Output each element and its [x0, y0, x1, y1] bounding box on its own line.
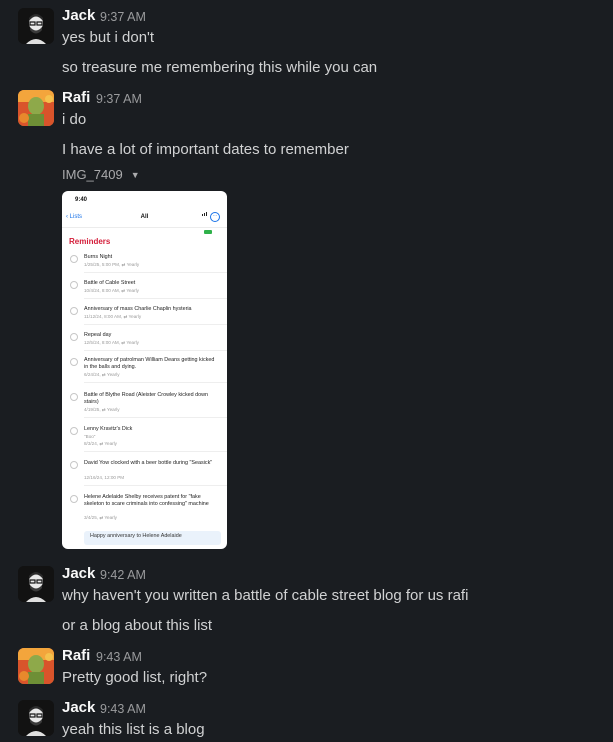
ellipsis-circle-icon: ··· [210, 212, 220, 222]
rafi-portrait-icon [18, 90, 54, 126]
jack-portrait-icon [18, 566, 54, 602]
rafi-portrait-icon [18, 648, 54, 684]
checkbox-circle-icon [70, 358, 78, 366]
attachment-name: IMG_7409 [62, 167, 123, 182]
message-text: or a blog about this list [62, 617, 213, 634]
caret-down-icon: ▼ [130, 170, 140, 180]
checkbox-circle-icon [70, 461, 78, 469]
checkbox-circle-icon [70, 495, 78, 503]
checkbox-circle-icon [70, 427, 78, 435]
message-timestamp[interactable]: 9:37 AM [100, 10, 146, 24]
reminder-title: Burns Night [84, 254, 113, 260]
avatar-rafi[interactable] [18, 90, 54, 126]
message-text: i do [62, 111, 87, 128]
avatar-jack[interactable] [18, 566, 54, 602]
divider [84, 350, 227, 351]
checkbox-circle-icon [70, 281, 78, 289]
checkbox-circle-icon [70, 393, 78, 401]
reminder-meta: 4/19/25, ⇄ Yearly [84, 407, 120, 412]
divider [84, 324, 227, 325]
reminder-meta: 10/4/24, 8:00 AM, ⇄ Yearly [84, 288, 139, 293]
avatar-jack[interactable] [18, 8, 54, 44]
reminder-title: Battle of Cable Street [84, 280, 136, 286]
message-text: Pretty good list, right? [62, 669, 208, 686]
divider [84, 485, 227, 486]
divider [84, 417, 227, 418]
checkbox-circle-icon [70, 333, 78, 341]
reminder-title: Anniversary of patrolman William Deans g… [84, 357, 215, 370]
reminder-meta: 11/12/24, 8:00 AM, ⇄ Yearly [84, 314, 142, 319]
message-timestamp[interactable]: 9:42 AM [100, 568, 146, 582]
avatar-jack[interactable] [18, 700, 54, 736]
message-text: so treasure me remembering this while yo… [62, 59, 378, 76]
reminder-meta: 6/24/24, ⇄ Yearly [84, 372, 120, 377]
author-name[interactable]: Jack [62, 699, 95, 716]
reminder-title: Helene Adelaide Shelby receives patent f… [84, 494, 209, 507]
reminder-meta: 8/3/24, ⇄ Yearly [84, 441, 117, 446]
nav-title: All [140, 214, 149, 220]
notification-banner: Happy anniversary to Helene Adelaide [84, 531, 221, 545]
avatar-rafi[interactable] [18, 648, 54, 684]
reminder-title: Battle of Blythe Road (Aleister Crowley … [84, 392, 209, 405]
divider [84, 298, 227, 299]
reminder-meta: "Boo" [84, 434, 96, 439]
divider [84, 382, 227, 383]
attached-image[interactable]: 9:40 ‹ Lists All ··· Reminders Burns Nig… [62, 191, 227, 549]
author-name[interactable]: Rafi [62, 89, 90, 106]
message-timestamp[interactable]: 9:43 AM [96, 650, 142, 664]
message-timestamp[interactable]: 9:43 AM [100, 702, 146, 716]
reminder-meta: 1/25/25, 5:00 PM, ⇄ Yearly [84, 262, 140, 267]
author-name[interactable]: Rafi [62, 647, 90, 664]
reminder-title: Lenny Kravitz's Dick [84, 426, 133, 432]
divider [62, 227, 227, 228]
jack-portrait-icon [18, 700, 54, 736]
jack-portrait-icon [18, 8, 54, 44]
checkbox-circle-icon [70, 307, 78, 315]
reminders-heading: Reminders [69, 237, 111, 246]
reminder-meta: 12/5/24, 8:00 AM, ⇄ Yearly [84, 340, 139, 345]
status-icons [201, 198, 219, 234]
author-name[interactable]: Jack [62, 565, 95, 582]
message-text: I have a lot of important dates to remem… [62, 141, 349, 158]
message-timestamp[interactable]: 9:37 AM [96, 92, 142, 106]
message-text: yeah this list is a blog [62, 721, 205, 738]
divider [84, 451, 227, 452]
attachment-toggle[interactable]: IMG_7409 ▼ [62, 167, 140, 182]
message-text: yes but i don't [62, 29, 155, 46]
reminder-meta: 3/4/25, ⇄ Yearly [84, 515, 117, 520]
reminder-title: Repeal day [84, 332, 112, 338]
divider [84, 272, 227, 273]
reminder-title: David Yow clocked with a beer bottle dur… [84, 460, 213, 466]
checkbox-circle-icon [70, 255, 78, 263]
reminder-title: Anniversary of mass Charlie Chaplin hyst… [84, 306, 192, 312]
author-name[interactable]: Jack [62, 7, 95, 24]
reminder-meta: 12/16/24, 12:00 PM [84, 475, 125, 480]
message-text: why haven't you written a battle of cabl… [62, 587, 469, 604]
status-time: 9:40 [75, 197, 88, 203]
